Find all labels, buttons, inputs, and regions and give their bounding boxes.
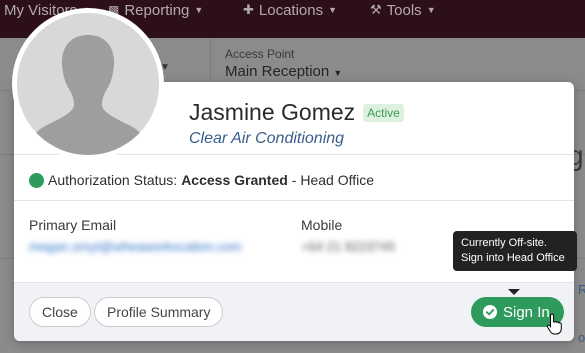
background-partial-link[interactable]: R: [578, 282, 585, 297]
mobile-field: Mobile +64 21 8223745: [301, 217, 395, 254]
avatar: [12, 8, 164, 160]
access-point-value: Main Reception: [225, 63, 330, 80]
auth-status-prefix: Authorization Status:: [48, 172, 178, 188]
access-point-label: Access Point: [225, 47, 295, 61]
visitor-name: Jasmine Gomez: [189, 99, 356, 125]
profile-summary-button[interactable]: Profile Summary: [94, 297, 224, 327]
map-marker-icon: ✚: [243, 2, 254, 17]
chevron-down-icon: ▼: [426, 5, 436, 15]
authorization-status: Authorization Status: Access Granted - H…: [29, 172, 374, 188]
mobile-label: Mobile: [301, 217, 343, 233]
close-button[interactable]: Close: [29, 297, 91, 327]
divider: [14, 200, 574, 201]
background-partial-link[interactable]: o: [578, 330, 585, 345]
mobile-value: +64 21 8223745: [301, 239, 396, 254]
chevron-down-icon: ▼: [328, 5, 338, 15]
sign-in-label: Sign In: [503, 303, 550, 321]
primary-email-label: Primary Email: [29, 217, 117, 233]
nav-locations[interactable]: ✚ Locations ▼: [243, 0, 337, 20]
tooltip-arrow: [508, 289, 520, 295]
auth-status-location: - Head Office: [291, 172, 375, 188]
modal-footer: Close Profile Summary Sign In: [14, 282, 574, 341]
person-placeholder-icon: [17, 13, 159, 155]
status-badge: Active: [363, 103, 404, 122]
primary-email-field: Primary Email megan.smyt@wheaworkocation…: [29, 217, 242, 254]
chevron-down-icon: ▼: [333, 68, 343, 78]
chevron-down-icon: ▼: [194, 5, 204, 15]
nav-tools-label: Tools: [386, 1, 422, 19]
nav-reporting-label: Reporting: [124, 1, 190, 19]
primary-email-value[interactable]: megan.smyt@wheaworkocation.com: [29, 239, 242, 254]
hand-cursor-icon: [546, 313, 562, 335]
wrench-icon: ⚒: [370, 2, 382, 17]
sign-in-tooltip: Currently Off-site. Sign into Head Offic…: [453, 231, 577, 271]
check-circle-icon: [483, 305, 497, 319]
nav-locations-label: Locations: [258, 1, 324, 19]
status-dot-icon: [29, 172, 44, 188]
nav-tools[interactable]: ⚒ Tools ▼: [370, 0, 436, 20]
visitor-company[interactable]: Clear Air Conditioning: [189, 130, 404, 148]
visitor-identity: Jasmine Gomez Active Clear Air Condition…: [189, 99, 404, 148]
auth-status-value: Access Granted: [181, 172, 288, 188]
